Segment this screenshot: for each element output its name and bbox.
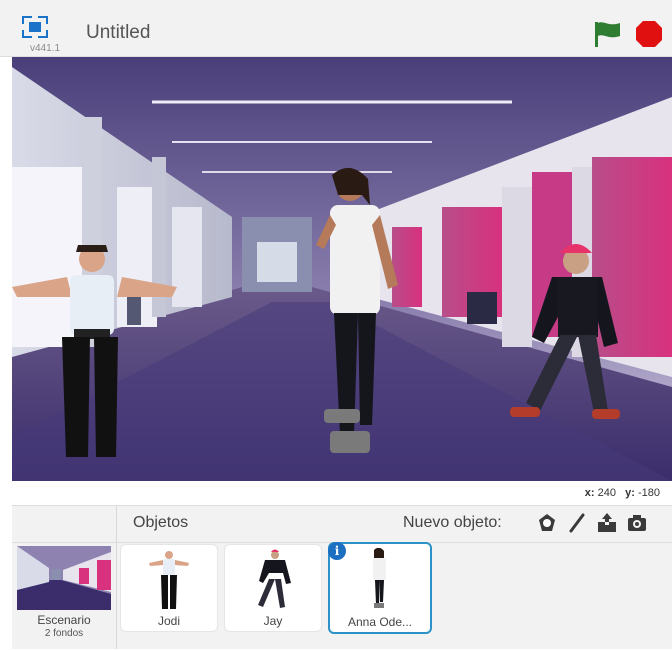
stage-label: Escenario — [37, 613, 91, 627]
coord-x-value: 240 — [597, 487, 616, 499]
project-title[interactable]: Untitled — [86, 22, 150, 44]
sprite-anna-on-stage[interactable] — [302, 165, 412, 465]
info-icon[interactable]: i — [328, 542, 346, 560]
stage-canvas[interactable] — [12, 57, 672, 481]
coord-x-label: x: — [584, 487, 595, 499]
fullscreen-icon[interactable] — [22, 16, 48, 38]
stop-icon[interactable] — [635, 20, 663, 48]
stage-selector[interactable]: Escenario 2 fondos — [12, 506, 117, 649]
stage-column-header — [12, 506, 116, 543]
green-flag-icon[interactable] — [592, 20, 622, 48]
sprite-name-jay: Jay — [263, 614, 283, 628]
new-object-tools — [536, 512, 648, 534]
mouse-coordinates: x: 240 y: -180 — [585, 487, 660, 499]
sprite-tile-jay[interactable]: Jay — [224, 544, 322, 632]
version-label: v441.1 — [30, 43, 61, 54]
objects-heading: Objetos — [133, 514, 189, 531]
sprite-thumbnail-anna — [373, 548, 386, 608]
stage-header: v441.1 Untitled — [0, 0, 672, 57]
sprite-tile-jodi[interactable]: Jodi — [120, 544, 218, 632]
upload-icon[interactable] — [596, 512, 618, 534]
paint-sprite-library-icon[interactable] — [536, 512, 558, 534]
sprite-jay-on-stage[interactable] — [500, 243, 630, 423]
sprite-thumbnail-jay — [258, 549, 291, 608]
sprites-panel: Escenario 2 fondos Objetos Nuevo objeto: — [12, 505, 672, 649]
backdrop-count: 2 fondos — [44, 628, 84, 639]
paintbrush-icon[interactable] — [566, 512, 588, 534]
stage-thumbnail[interactable] — [17, 546, 111, 610]
sprite-tile-anna[interactable]: i Anna Ode... — [328, 542, 432, 634]
sprite-name-anna: Anna Ode... — [347, 615, 413, 629]
camera-icon[interactable] — [626, 512, 648, 534]
new-object-label: Nuevo objeto: — [403, 514, 502, 531]
sprite-name-jodi: Jodi — [157, 614, 180, 628]
coord-y-value: -180 — [637, 487, 660, 499]
coord-y-label: y: — [625, 487, 635, 499]
sprite-thumbnail-jodi — [149, 551, 189, 609]
sprite-jodi-on-stage[interactable] — [12, 237, 182, 467]
